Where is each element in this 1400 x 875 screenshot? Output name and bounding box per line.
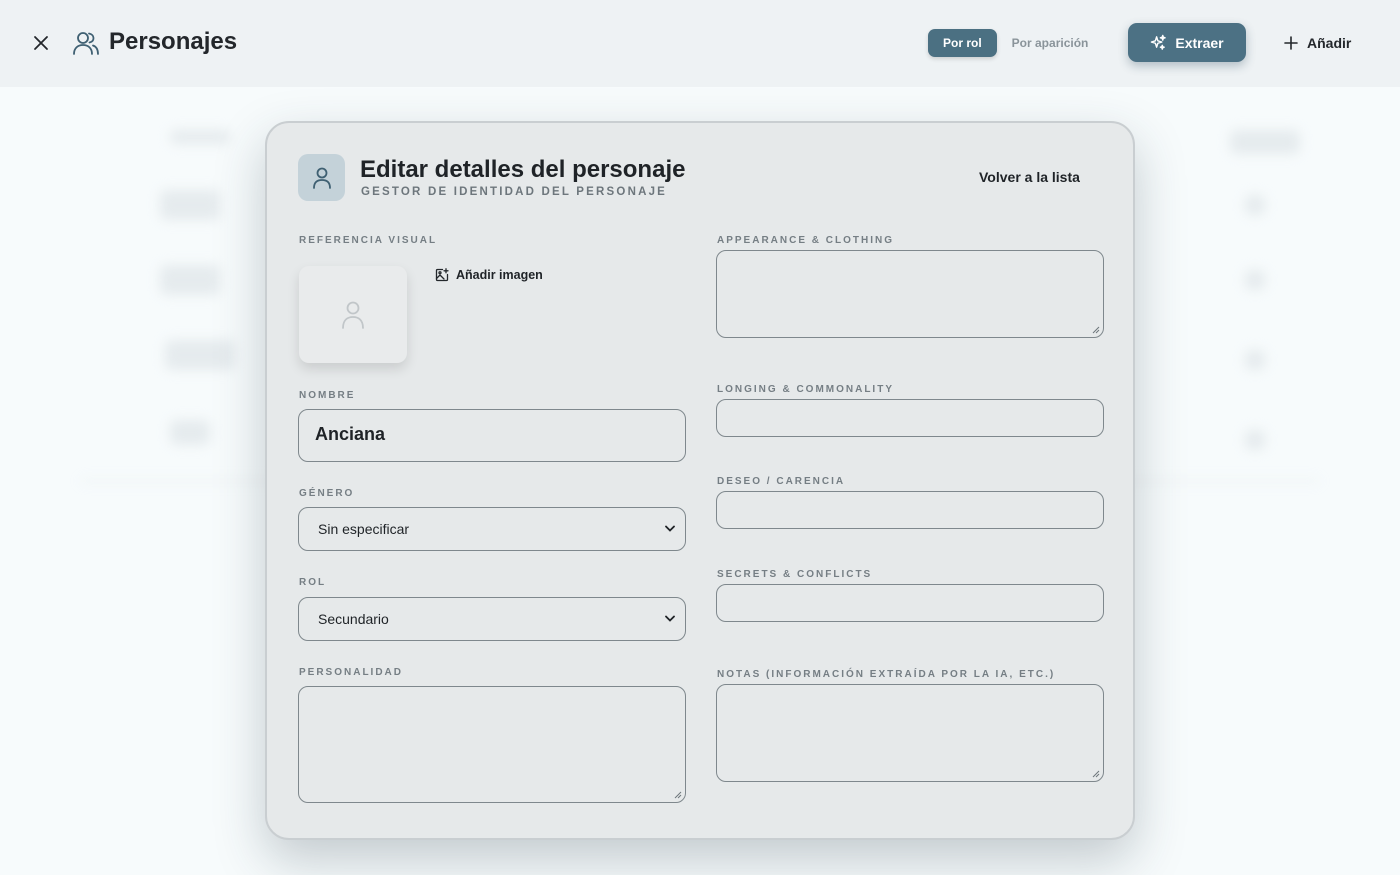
visual-reference-label: REFERENCIA VISUAL: [299, 235, 438, 246]
notes-label: NOTAS (INFORMACIÓN EXTRAÍDA POR LA IA, E…: [717, 669, 1056, 680]
segment-by-role[interactable]: Por rol: [928, 29, 997, 57]
image-add-icon: [435, 268, 449, 282]
extract-button[interactable]: Extraer: [1128, 23, 1246, 62]
personality-label: PERSONALIDAD: [299, 667, 404, 678]
role-value: Secundario: [318, 611, 389, 627]
gender-value: Sin especificar: [318, 521, 410, 537]
name-label: NOMBRE: [299, 390, 356, 401]
add-image-button[interactable]: Añadir imagen: [435, 266, 543, 284]
segment-by-appearance[interactable]: Por aparición: [997, 29, 1104, 57]
page-title: Personajes: [109, 28, 238, 55]
resize-handle-icon[interactable]: [1092, 326, 1100, 334]
dialog-title: Editar detalles del personaje: [360, 156, 686, 183]
resize-handle-icon[interactable]: [1092, 770, 1100, 778]
longing-label: LONGING & COMMONALITY: [717, 384, 894, 395]
chevron-down-icon: [665, 615, 675, 622]
add-label: Añadir: [1307, 35, 1352, 51]
notes-textarea[interactable]: [716, 684, 1104, 782]
top-bar: Personajes Por rol Por aparición Extraer…: [0, 0, 1400, 87]
users-icon: [73, 32, 99, 55]
back-to-list-button[interactable]: Volver a la lista: [979, 169, 1080, 185]
name-value: Anciana: [315, 424, 386, 444]
role-select[interactable]: Secundario: [298, 597, 686, 641]
user-icon: [312, 167, 331, 189]
close-button[interactable]: [28, 30, 54, 56]
personality-textarea[interactable]: [298, 686, 686, 803]
desire-field[interactable]: [716, 491, 1104, 529]
sparkle-icon: [1151, 34, 1167, 50]
user-placeholder-icon: [342, 301, 364, 329]
view-toggle: Por rol Por aparición: [928, 27, 1103, 59]
extract-label: Extraer: [1175, 34, 1224, 51]
edit-character-dialog: Editar detalles del personaje GESTOR DE …: [265, 121, 1135, 840]
add-character-button[interactable]: Añadir: [1284, 30, 1351, 56]
secrets-field[interactable]: [716, 584, 1104, 622]
resize-handle-icon[interactable]: [674, 791, 682, 799]
chevron-down-icon: [665, 525, 675, 532]
appearance-textarea[interactable]: [716, 250, 1104, 338]
plus-icon: [1284, 36, 1298, 50]
name-field[interactable]: Anciana: [298, 409, 686, 462]
add-image-label: Añadir imagen: [456, 268, 543, 282]
secrets-label: SECRETS & CONFLICTS: [717, 569, 873, 580]
gender-label: GÉNERO: [299, 488, 355, 499]
appearance-label: APPEARANCE & CLOTHING: [717, 235, 895, 246]
close-icon: [34, 36, 48, 50]
dialog-subtitle: GESTOR DE IDENTIDAD DEL PERSONAJE: [361, 186, 668, 198]
role-label: ROL: [299, 577, 327, 588]
gender-select[interactable]: Sin especificar: [298, 507, 686, 551]
image-placeholder[interactable]: [299, 266, 407, 363]
desire-label: DESEO / CARENCIA: [717, 476, 846, 487]
character-avatar: [298, 154, 345, 201]
longing-field[interactable]: [716, 399, 1104, 437]
